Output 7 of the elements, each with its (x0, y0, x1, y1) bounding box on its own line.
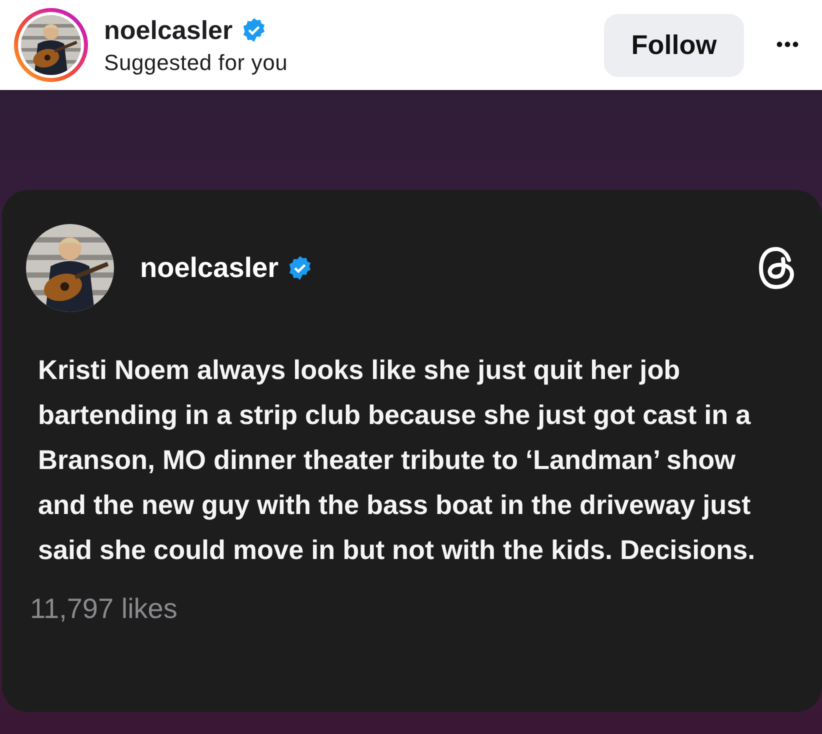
suggestion-label: Suggested for you (104, 50, 289, 76)
likes-count: 11,797 likes (30, 593, 178, 625)
follow-button[interactable]: Follow (604, 14, 744, 76)
post-text: Kristi Noem always looks like she just quit her job bartending in a strip club because she just got cast in a Branson, MO dinner theater tribute to ‘Landman’ show and the new guy with the bass boat in the driveway just said she could move in but not with the kids. Decisions. (38, 354, 756, 567)
username[interactable]: noelcasler (104, 14, 233, 46)
more-options-button[interactable]: ••• (776, 34, 800, 56)
post-username: noelcasler (140, 252, 279, 284)
